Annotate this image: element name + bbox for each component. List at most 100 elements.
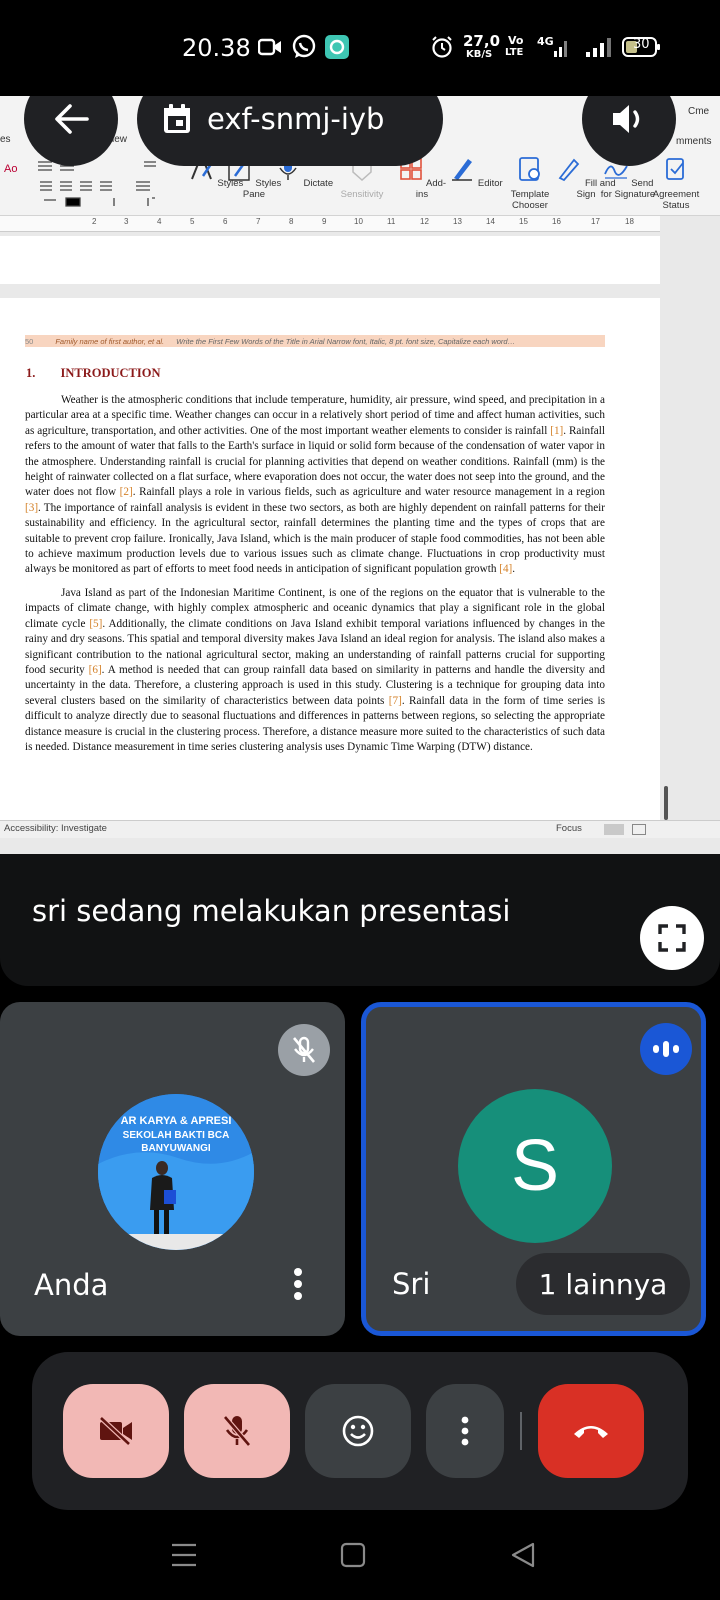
meeting-code: exf-snmj-iyb	[207, 102, 385, 136]
section-number: 1.	[26, 366, 36, 380]
recents-button[interactable]	[170, 1542, 198, 1568]
menu-lines-icon	[172, 1543, 196, 1567]
end-call-button[interactable]	[538, 1384, 644, 1478]
speed-value: 27,0	[463, 32, 501, 50]
self-name: Anda	[34, 1268, 109, 1302]
ruler-number: 4	[157, 217, 162, 226]
print-layout-icon[interactable]	[604, 824, 624, 835]
fullscreen-button[interactable]	[640, 906, 704, 970]
ruler-number: 14	[486, 217, 495, 226]
citation: [1]	[550, 424, 564, 437]
fullscreen-icon	[658, 924, 686, 952]
header-title: Write the First Few Words of the Title i…	[176, 336, 516, 346]
editor-pen-icon	[452, 159, 473, 181]
page-number: 50	[25, 336, 34, 346]
self-tile-menu-button[interactable]	[284, 1262, 312, 1306]
call-controls	[32, 1352, 688, 1510]
editor-button[interactable]: Editor	[446, 156, 506, 189]
text-run: . Rainfall plays a role in various field…	[132, 486, 605, 499]
template-icon	[519, 157, 540, 181]
template-chooser-label: Template Chooser	[510, 189, 550, 211]
volte-label: Vo	[508, 34, 524, 47]
sensitivity-label: Sensitivity	[340, 189, 384, 200]
ribbon-partial-comments: Cme	[688, 106, 710, 117]
end-call-icon	[574, 1426, 608, 1438]
citation: [6]	[88, 663, 102, 676]
presenting-text: sri sedang melakukan presentasi	[32, 894, 511, 928]
paragraph-controls: Ao	[4, 158, 184, 208]
citation: [5]	[89, 617, 103, 630]
home-square-icon	[340, 1542, 366, 1568]
ruler-number: 8	[289, 217, 294, 226]
mic-off-icon	[293, 1036, 315, 1063]
ribbon-comments-button[interactable]: mments	[676, 136, 712, 147]
svg-text:Ao: Ao	[4, 163, 17, 175]
whatsapp-icon	[291, 34, 317, 60]
clock: 20.38	[182, 34, 251, 62]
mic-toggle-button[interactable]	[184, 1384, 290, 1478]
ruler-number: 2	[92, 217, 97, 226]
system-back-button[interactable]	[510, 1542, 536, 1568]
shared-screen: es iew Cme mments Ao Styles Styles Pane	[0, 96, 720, 854]
emoji-icon	[342, 1415, 374, 1447]
citation: [7]	[388, 694, 402, 707]
more-participants-button[interactable]: 1 lainnya	[516, 1253, 690, 1315]
ribbon-partial-tab: es	[0, 134, 11, 145]
ruler-number: 5	[190, 217, 195, 226]
ruler-number: 11	[387, 217, 396, 226]
volume-icon	[613, 105, 640, 133]
paragraph-2: Java Island as part of the Indonesian Ma…	[25, 586, 605, 755]
ruler-number: 9	[322, 217, 327, 226]
document-page: 50 Family name of first author, et al. W…	[0, 298, 660, 838]
battery-level: 30	[633, 37, 650, 52]
status-strip: Accessibility: Investigate Focus	[0, 820, 720, 838]
agreement-status-button[interactable]: Agreement Status	[646, 156, 706, 211]
text-run: . The importance of rainfall analysis is…	[25, 501, 605, 576]
editor-label: Editor	[477, 178, 503, 189]
self-avatar-photo: AR KARYA & APRESI SEKOLAH BAKTI BCA BANY…	[98, 1094, 254, 1250]
more-vert-icon	[294, 1268, 302, 1300]
agreement-icon	[666, 158, 684, 180]
more-options-button[interactable]	[426, 1384, 504, 1478]
arrow-left-icon	[55, 104, 89, 134]
control-divider	[520, 1412, 522, 1450]
banner-text: AR KARYA & APRESI	[121, 1115, 232, 1127]
camera-toggle-button[interactable]	[63, 1384, 169, 1478]
ruler-number: 10	[354, 217, 363, 226]
audio-level-icon	[653, 1041, 679, 1057]
meeting-info-button[interactable]: exf-snmj-iyb	[137, 96, 443, 166]
tile-mic-status	[278, 1024, 330, 1076]
banner-text: SEKOLAH BAKTI BCA	[123, 1130, 230, 1141]
presenter-tile[interactable]: S Sri 1 lainnya	[361, 1002, 706, 1336]
text-run: Weather is the atmospheric conditions th…	[25, 394, 605, 437]
citation: [4]	[499, 563, 513, 576]
ruler-number: 6	[223, 217, 228, 226]
accessibility-status[interactable]: Accessibility: Investigate	[4, 823, 107, 834]
dictate-label: Dictate	[303, 178, 334, 189]
ruler-number: 17	[591, 217, 600, 226]
citation: [3]	[25, 501, 39, 514]
ruler-number: 15	[519, 217, 528, 226]
camera-off-icon	[99, 1416, 132, 1446]
citation: [2]	[119, 486, 133, 499]
presenter-avatar: S	[458, 1089, 612, 1243]
reactions-button[interactable]	[305, 1384, 411, 1478]
agreement-status-label: Agreement Status	[652, 189, 700, 211]
template-chooser-button[interactable]: Template Chooser	[500, 156, 560, 211]
home-button[interactable]	[340, 1542, 366, 1568]
text-run: .	[512, 563, 516, 576]
ruler-number: 13	[453, 217, 462, 226]
web-layout-icon[interactable]	[632, 824, 646, 835]
presenter-name: Sri	[392, 1267, 431, 1301]
section-title: INTRODUCTION	[60, 366, 161, 380]
alarm-icon	[430, 34, 454, 60]
presentation-banner: sri sedang melakukan presentasi	[0, 854, 720, 986]
ruler-number: 18	[625, 217, 634, 226]
self-tile[interactable]: AR KARYA & APRESI SEKOLAH BAKTI BCA BANY…	[0, 1002, 345, 1336]
document-scrollbar[interactable]	[664, 786, 668, 820]
focus-mode-button[interactable]: Focus	[556, 823, 582, 834]
mic-off-icon	[223, 1415, 251, 1447]
signal-icon	[554, 34, 618, 60]
running-header: 50 Family name of first author, et al. W…	[25, 335, 605, 347]
ruler-number: 3	[124, 217, 129, 226]
